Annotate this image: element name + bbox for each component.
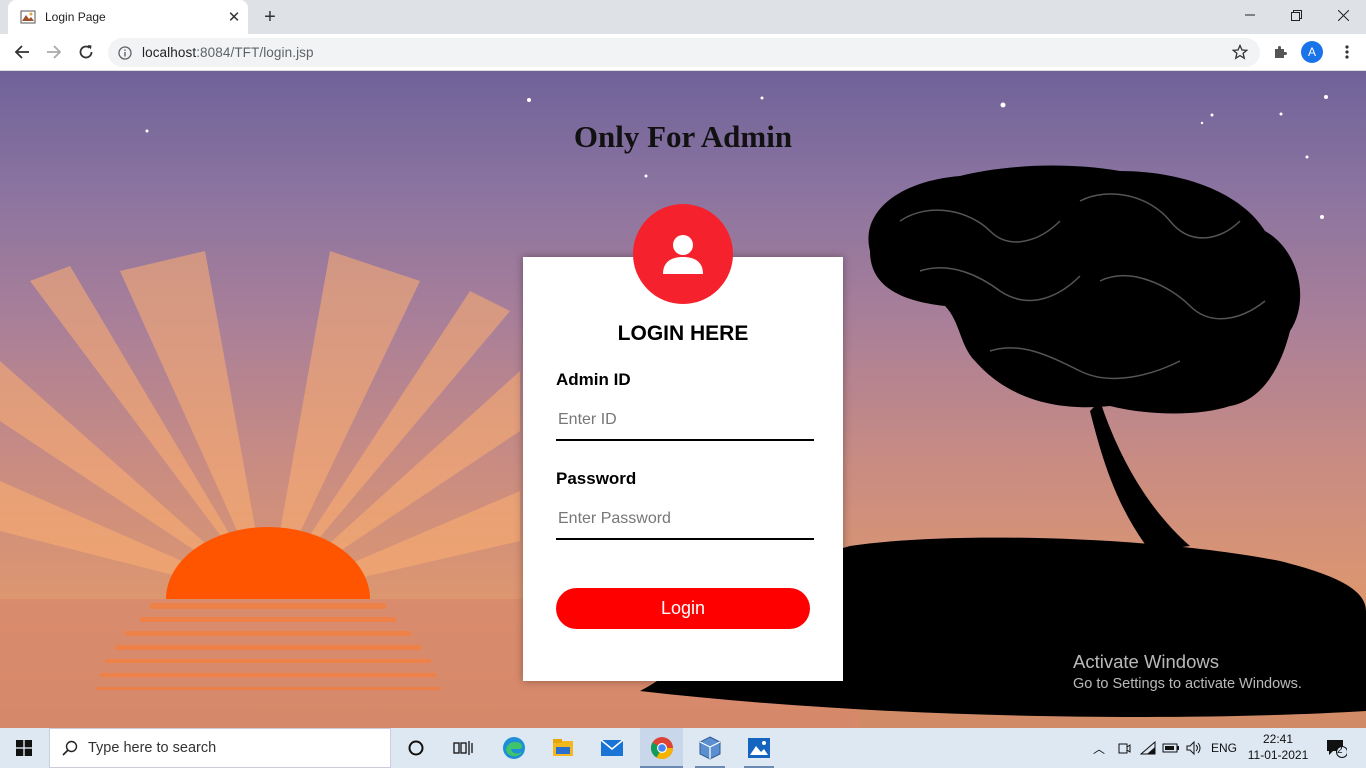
admin-id-label: Admin ID	[556, 370, 631, 389]
browser-toolbar: localhost:8084/TFT/login.jsp A	[0, 34, 1366, 71]
browser-menu-icon[interactable]	[1332, 37, 1362, 67]
close-tab-icon[interactable]: ✕	[220, 3, 248, 31]
url-host: localhost	[142, 45, 197, 60]
app-cube-icon[interactable]	[689, 728, 731, 768]
back-button[interactable]	[7, 37, 37, 67]
address-bar[interactable]: localhost:8084/TFT/login.jsp	[108, 38, 1260, 67]
page-heading: Only For Admin	[573, 119, 793, 154]
system-clock[interactable]: 22:41 11-01-2021	[1245, 731, 1311, 763]
info-icon[interactable]	[118, 45, 132, 60]
chrome-icon[interactable]	[640, 728, 683, 768]
extensions-puzzle-icon[interactable]	[1265, 37, 1295, 67]
search-placeholder: Type here to search	[88, 740, 217, 756]
edge-icon[interactable]	[493, 728, 535, 768]
page-favicon-icon	[20, 10, 36, 24]
password-input[interactable]	[556, 500, 814, 540]
browser-tab-strip: Login Page ✕ +	[0, 0, 1366, 34]
windows-taskbar: Type here to search ︿ ENG 22:41 11-01-20…	[0, 728, 1366, 768]
mail-icon[interactable]	[591, 728, 633, 768]
watermark-subtitle: Go to Settings to activate Windows.	[1073, 676, 1302, 692]
url-text: localhost:8084/TFT/login.jsp	[142, 45, 314, 60]
clock-time: 22:41	[1262, 732, 1294, 746]
bookmark-star-icon[interactable]	[1225, 37, 1255, 67]
file-explorer-icon[interactable]	[542, 728, 584, 768]
show-hidden-icons-chevron-icon[interactable]: ︿	[1088, 728, 1110, 768]
tab-title: Login Page	[45, 10, 106, 24]
minimize-button[interactable]	[1227, 0, 1273, 30]
notification-center-icon[interactable]: 2	[1318, 728, 1354, 768]
admin-id-input[interactable]	[556, 401, 814, 441]
login-title: LOGIN HERE	[617, 322, 749, 345]
login-button[interactable]: Login	[556, 588, 810, 629]
login-card: LOGIN HERE Admin ID Password Login	[523, 204, 843, 681]
task-view-icon[interactable]	[442, 728, 484, 768]
restore-button[interactable]	[1273, 0, 1319, 30]
photos-icon[interactable]	[738, 728, 780, 768]
browser-tab[interactable]: Login Page ✕	[8, 0, 248, 34]
volume-icon[interactable]	[1183, 728, 1205, 768]
password-label: Password	[556, 469, 637, 488]
cortana-icon[interactable]	[395, 728, 437, 768]
battery-icon[interactable]	[1160, 728, 1182, 768]
start-button[interactable]	[0, 728, 48, 768]
activate-windows-watermark: Activate Windows Go to Settings to activ…	[1073, 651, 1302, 692]
taskbar-search-box[interactable]: Type here to search	[49, 728, 391, 768]
watermark-title: Activate Windows	[1073, 651, 1219, 672]
clock-date: 11-01-2021	[1247, 748, 1309, 762]
close-window-button[interactable]	[1320, 0, 1366, 30]
language-indicator[interactable]: ENG	[1206, 728, 1242, 768]
user-icon	[633, 204, 733, 304]
reload-button[interactable]	[71, 37, 101, 67]
avatar-letter: A	[1301, 41, 1323, 63]
brain-tree-canopy	[868, 165, 1301, 414]
notification-count-badge: 2	[1337, 745, 1343, 756]
search-icon	[62, 740, 78, 756]
url-path: :8084/TFT/login.jsp	[196, 45, 314, 60]
login-page: Only For Admin LOGIN HERE Admin ID Passw…	[0, 71, 1366, 728]
meet-now-icon[interactable]	[1113, 728, 1135, 768]
profile-avatar[interactable]: A	[1297, 37, 1327, 67]
new-tab-button[interactable]: +	[256, 3, 284, 31]
network-icon[interactable]	[1137, 728, 1159, 768]
forward-button[interactable]	[39, 37, 69, 67]
tree-trunk	[1090, 401, 1190, 551]
windows-logo-icon	[16, 740, 32, 756]
